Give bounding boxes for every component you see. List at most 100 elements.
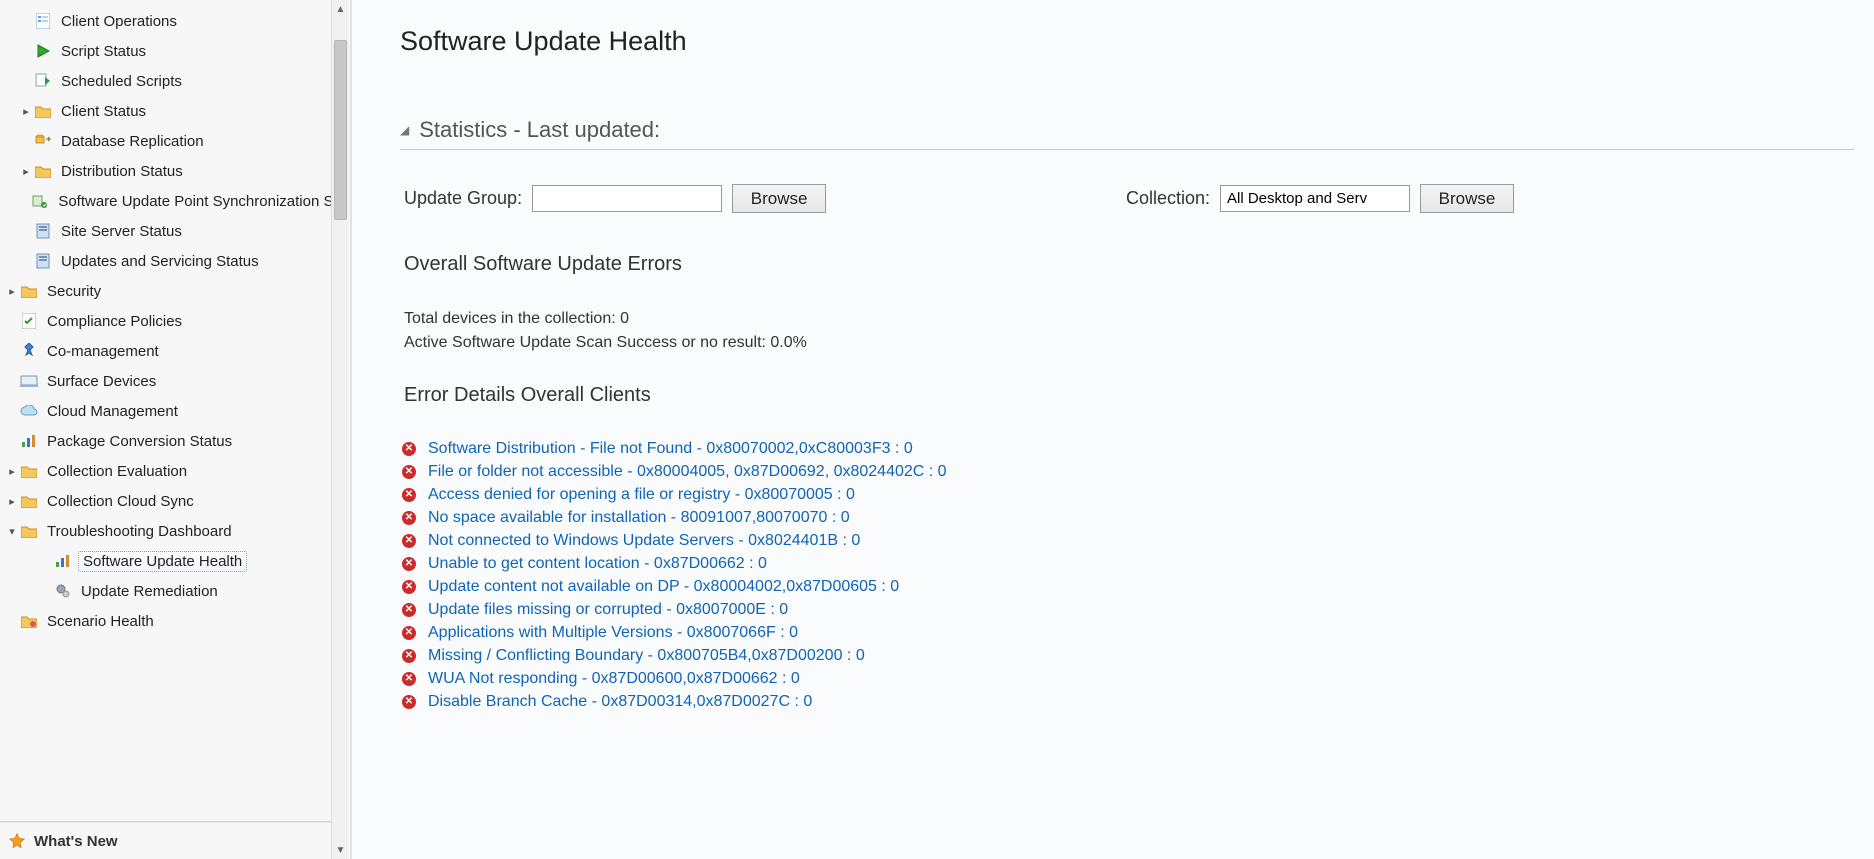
chevron-down-icon: ◢ [400, 123, 409, 137]
nav-item-package-conversion-status[interactable]: Package Conversion Status [0, 426, 349, 456]
error-icon: ✕ [402, 580, 416, 594]
collection-input[interactable] [1220, 185, 1410, 212]
error-icon: ✕ [402, 695, 416, 709]
error-icon: ✕ [402, 557, 416, 571]
error-icon: ✕ [402, 465, 416, 479]
sync-point-icon [31, 192, 49, 210]
nav-item-compliance-policies[interactable]: Compliance Policies [0, 306, 349, 336]
expand-toggle-icon[interactable]: ▾ [6, 525, 18, 538]
nav-item-label: Software Update Health [83, 553, 242, 570]
nav-item-label: Script Status [61, 43, 146, 60]
page-title: Software Update Health [400, 26, 1874, 57]
nav-item-label: Client Operations [61, 13, 177, 30]
nav-item-surface-devices[interactable]: Surface Devices [0, 366, 349, 396]
nav-item-collection-cloud-sync[interactable]: ▸ Collection Cloud Sync [0, 486, 349, 516]
error-icon: ✕ [402, 534, 416, 548]
nav-item-label: Client Status [61, 103, 146, 120]
error-link[interactable]: Access denied for opening a file or regi… [428, 486, 855, 504]
nav-item-database-replication[interactable]: Database Replication [0, 126, 349, 156]
nav-item-scheduled-scripts[interactable]: Scheduled Scripts [0, 66, 349, 96]
statistics-section-header[interactable]: ◢ Statistics - Last updated: [400, 117, 1874, 143]
star-icon [8, 832, 26, 850]
nav-item-update-remediation[interactable]: Update Remediation [0, 576, 349, 606]
nav-item-software-update-health[interactable]: Software Update Health [0, 546, 349, 576]
expand-toggle-icon[interactable]: ▸ [6, 465, 18, 478]
nav-item-updates-and-servicing-status[interactable]: Updates and Servicing Status [0, 246, 349, 276]
error-link[interactable]: Update content not available on DP - 0x8… [428, 578, 899, 596]
error-link[interactable]: Software Distribution - File not Found -… [428, 440, 913, 458]
scroll-thumb[interactable] [334, 40, 347, 220]
bars-icon [54, 552, 72, 570]
nav-item-label: Security [47, 283, 101, 300]
browse-update-group-button[interactable]: Browse [732, 184, 826, 213]
nav-item-distribution-status[interactable]: ▸ Distribution Status [0, 156, 349, 186]
nav-item-label: Compliance Policies [47, 313, 182, 330]
nav-item-client-operations[interactable]: Client Operations [0, 6, 349, 36]
section-rule [400, 149, 1854, 150]
error-item: ✕Update files missing or corrupted - 0x8… [402, 598, 1874, 621]
error-link[interactable]: File or folder not accessible - 0x800040… [428, 463, 947, 481]
nav-item-label: Co-management [47, 343, 159, 360]
surface-icon [20, 372, 38, 390]
expand-toggle-icon[interactable]: ▸ [20, 105, 32, 118]
expand-toggle-icon[interactable]: ▸ [6, 495, 18, 508]
nav-item-software-update-point-synchronization-sta[interactable]: Software Update Point Synchronization St… [0, 186, 349, 216]
error-link[interactable]: No space available for installation - 80… [428, 509, 850, 527]
scroll-up-icon[interactable]: ▲ [332, 0, 349, 18]
error-link[interactable]: Unable to get content location - 0x87D00… [428, 555, 767, 573]
nav-item-client-status[interactable]: ▸ Client Status [0, 96, 349, 126]
nav-item-security[interactable]: ▸ Security [0, 276, 349, 306]
nav-tree: Client Operations Script Status Scheduled … [0, 0, 349, 819]
error-item: ✕Software Distribution - File not Found … [402, 437, 1874, 460]
nav-item-label: Package Conversion Status [47, 433, 232, 450]
error-icon: ✕ [402, 488, 416, 502]
nav-item-label: Software Update Point Synchronization St… [58, 193, 346, 210]
folder-icon [34, 102, 52, 120]
server-icon [34, 252, 52, 270]
nav-item-label: Collection Cloud Sync [47, 493, 194, 510]
nav-item-site-server-status[interactable]: Site Server Status [0, 216, 349, 246]
browse-collection-button[interactable]: Browse [1420, 184, 1514, 213]
error-item: ✕No space available for installation - 8… [402, 506, 1874, 529]
nav-item-label: Site Server Status [61, 223, 182, 240]
error-item: ✕ File or folder not accessible - 0x80004… [402, 460, 1874, 483]
nav-item-label: Database Replication [61, 133, 204, 150]
app-root: Client Operations Script Status Scheduled … [0, 0, 1874, 859]
expand-toggle-icon[interactable]: ▸ [20, 165, 32, 178]
error-link[interactable]: Not connected to Windows Update Servers … [428, 532, 860, 550]
error-link[interactable]: Applications with Multiple Versions - 0x… [428, 624, 798, 642]
update-group-input[interactable] [532, 185, 722, 212]
nav-item-label: Scenario Health [47, 613, 154, 630]
play-green-icon [34, 42, 52, 60]
doc-check-icon [20, 312, 38, 330]
filter-row: Update Group: Browse Collection: Browse [400, 184, 1874, 213]
nav-item-label: Updates and Servicing Status [61, 253, 259, 270]
error-item: ✕ Disable Branch Cache - 0x87D00314,0x87D… [402, 690, 1874, 713]
update-group-label: Update Group: [404, 188, 522, 209]
error-link[interactable]: WUA Not responding - 0x87D00600,0x87D006… [428, 670, 800, 688]
nav-item-scenario-health[interactable]: Scenario Health [0, 606, 349, 636]
error-icon: ✕ [402, 649, 416, 663]
nav-sidebar: Client Operations Script Status Scheduled … [0, 0, 350, 859]
folder-icon [20, 462, 38, 480]
scan-success-stat: Active Software Update Scan Success or n… [404, 334, 1874, 352]
nav-item-collection-evaluation[interactable]: ▸Collection Evaluation [0, 456, 349, 486]
error-link[interactable]: Update files missing or corrupted - 0x80… [428, 601, 788, 619]
whats-new-item[interactable]: What's New [0, 823, 349, 859]
script-arrow-icon [34, 72, 52, 90]
nav-item-cloud-management[interactable]: Cloud Management [0, 396, 349, 426]
nav-item-co-management[interactable]: Co-management [0, 336, 349, 366]
scroll-down-icon[interactable]: ▼ [332, 841, 349, 859]
error-link[interactable]: Disable Branch Cache - 0x87D00314,0x87D0… [428, 693, 812, 711]
error-link[interactable]: Missing / Conflicting Boundary - 0x80070… [428, 647, 865, 665]
folder-icon [20, 522, 38, 540]
error-item: ✕WUA Not responding - 0x87D00600,0x87D00… [402, 667, 1874, 690]
expand-toggle-icon[interactable]: ▸ [6, 285, 18, 298]
nav-item-troubleshooting-dashboard[interactable]: ▾Troubleshooting Dashboard [0, 516, 349, 546]
nav-item-label: Distribution Status [61, 163, 183, 180]
sidebar-scrollbar[interactable]: ▲ ▼ [331, 0, 349, 859]
error-details-heading: Error Details Overall Clients [404, 384, 1874, 407]
main-pane: Software Update Health ◢ Statistics - La… [350, 0, 1874, 859]
nav-item-script-status[interactable]: Script Status [0, 36, 349, 66]
nav-item-label: Cloud Management [47, 403, 178, 420]
